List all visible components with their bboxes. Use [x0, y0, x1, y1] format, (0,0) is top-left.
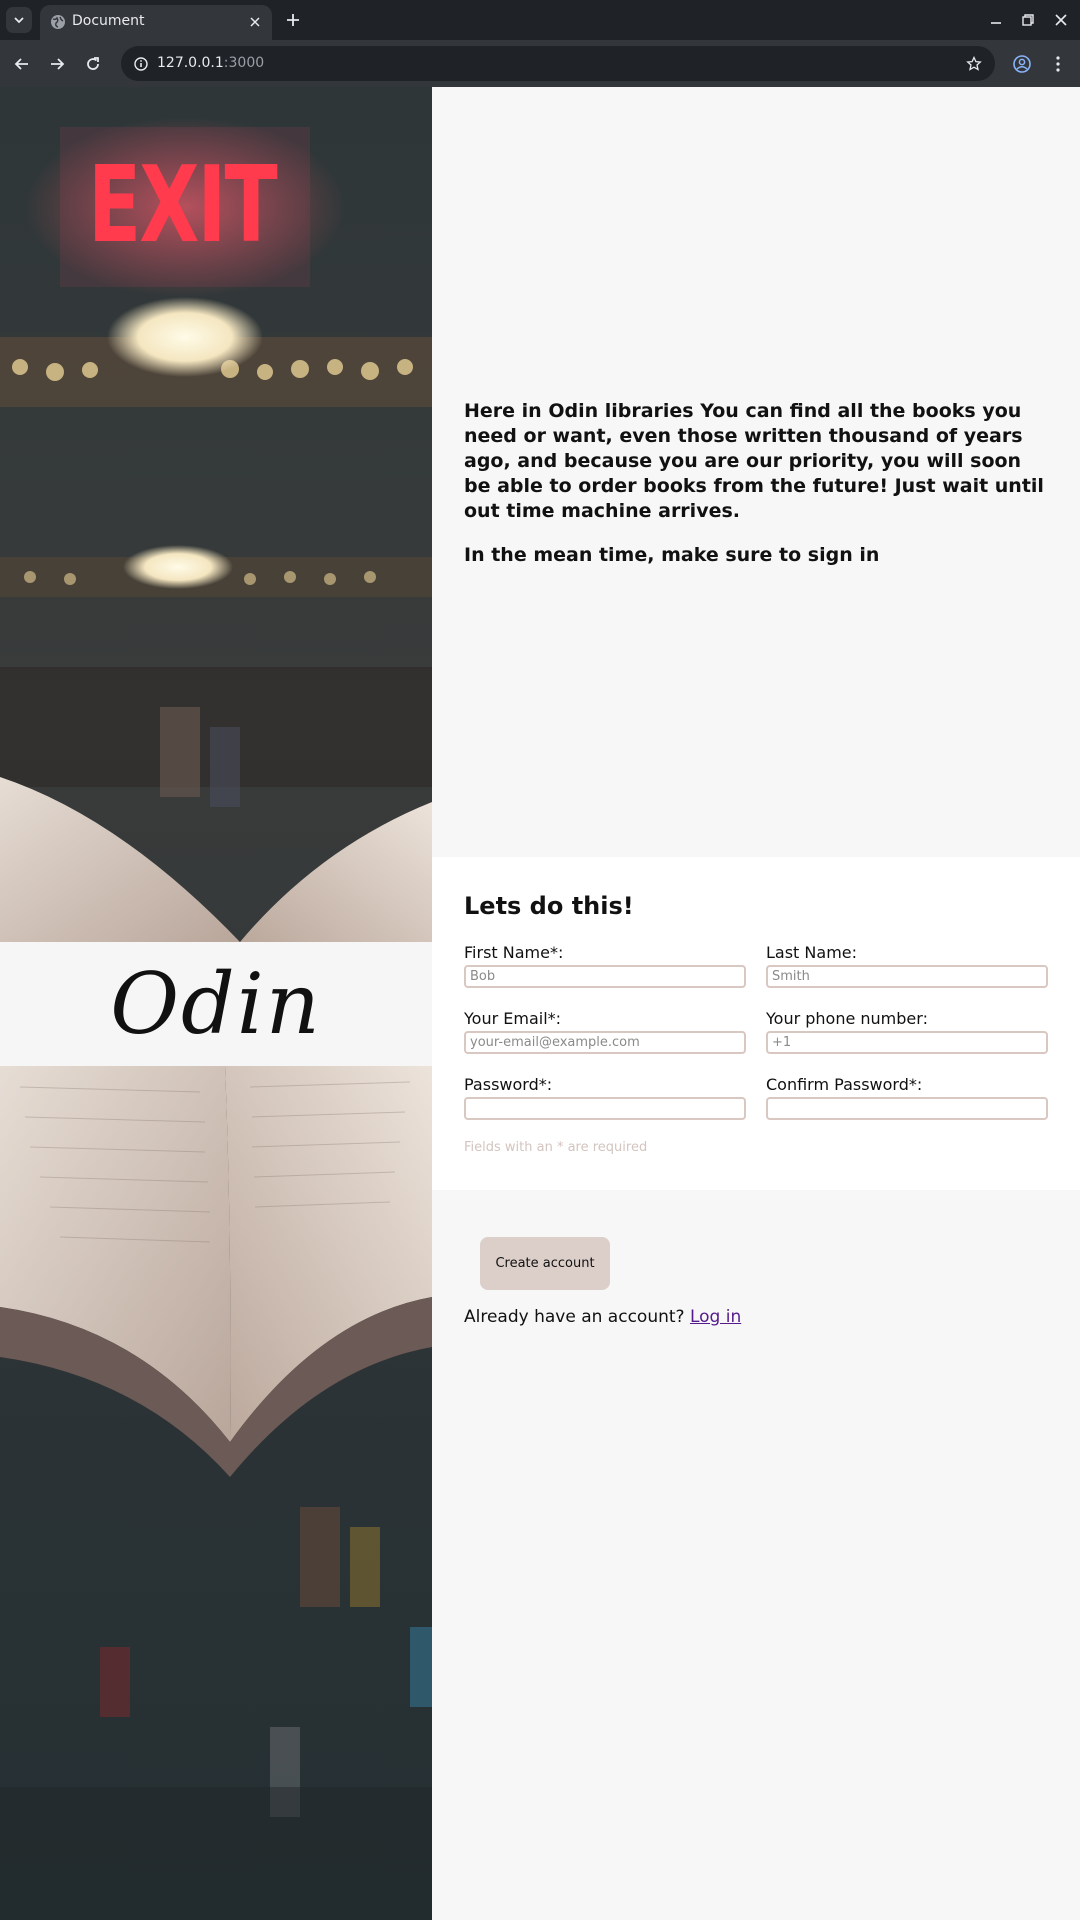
profile-icon	[1013, 55, 1031, 73]
back-button[interactable]	[10, 52, 34, 76]
reload-icon	[87, 57, 99, 70]
required-fields-note: Fields with an * are required	[464, 1140, 648, 1155]
last-name-field-group: Last Name:	[766, 943, 1048, 988]
url-text: 127.0.0.1:3000	[157, 55, 264, 71]
kebab-menu-icon	[1056, 56, 1060, 72]
reload-button[interactable]	[81, 52, 105, 76]
logo-band: Odin	[0, 942, 432, 1066]
url-host: 127.0.0.1	[157, 55, 224, 71]
password-field-group: Password*:	[464, 1075, 746, 1120]
login-link[interactable]: Log in	[690, 1307, 741, 1327]
chevron-down-icon	[14, 17, 24, 24]
first-name-field-group: First Name*:	[464, 943, 746, 988]
hero-library-image: EXIT Odin	[0, 87, 432, 1920]
minimize-icon	[991, 22, 1001, 24]
phone-label: Your phone number:	[766, 1009, 928, 1028]
phone-field-group: Your phone number:	[766, 1009, 1048, 1054]
url-port: :3000	[223, 55, 265, 71]
email-field-group: Your Email*:	[464, 1009, 746, 1054]
odin-logo: Odin	[110, 955, 322, 1053]
arrow-right-icon	[51, 58, 65, 70]
last-name-input[interactable]	[766, 965, 1048, 988]
signup-form: Lets do this! First Name*: Last Name: Yo…	[432, 857, 1080, 1190]
restore-button[interactable]	[1018, 10, 1038, 30]
minimize-button[interactable]	[986, 10, 1006, 30]
globe-icon	[51, 15, 65, 29]
address-bar[interactable]: 127.0.0.1:3000	[121, 46, 995, 81]
page: EXIT Odin Here in Odin libraries You can…	[0, 87, 1080, 1920]
restore-icon	[1022, 14, 1034, 26]
confirm-password-label: Confirm Password*:	[766, 1075, 923, 1094]
first-name-input[interactable]	[464, 965, 746, 988]
close-icon	[1055, 14, 1067, 26]
browser-tabstrip: Document	[0, 0, 1080, 40]
tab-search-button[interactable]	[6, 7, 32, 33]
password-label: Password*:	[464, 1075, 553, 1094]
browser-toolbar: 127.0.0.1:3000	[0, 40, 1080, 87]
last-name-label: Last Name:	[766, 943, 858, 962]
sign-in-prompt: In the mean time, make sure to sign in	[464, 544, 880, 566]
intro-paragraph: Here in Odin libraries You can find all …	[464, 400, 1044, 522]
login-prompt: Already have an account? Log in	[464, 1307, 741, 1327]
form-title: Lets do this!	[464, 892, 634, 920]
new-tab-button[interactable]	[282, 9, 304, 31]
phone-input[interactable]	[766, 1031, 1048, 1054]
arrow-left-icon	[14, 58, 28, 70]
confirm-password-input[interactable]	[766, 1097, 1048, 1120]
tab-title: Document	[72, 13, 145, 29]
profile-button[interactable]	[1010, 52, 1034, 76]
site-info-icon[interactable]	[131, 54, 151, 74]
email-input[interactable]	[464, 1031, 746, 1054]
close-window-button[interactable]	[1051, 10, 1071, 30]
forward-button[interactable]	[45, 52, 69, 76]
email-label: Your Email*:	[464, 1009, 562, 1028]
create-account-button[interactable]: Create account	[480, 1237, 610, 1290]
tab-document[interactable]: Document	[40, 5, 272, 40]
password-input[interactable]	[464, 1097, 746, 1120]
close-tab-icon[interactable]	[246, 13, 264, 31]
intro-text: Here in Odin libraries You can find all …	[464, 399, 1054, 568]
exit-sign: EXIT	[88, 145, 278, 267]
have-account-text: Already have an account?	[464, 1307, 685, 1327]
confirm-password-field-group: Confirm Password*:	[766, 1075, 1048, 1120]
menu-button[interactable]	[1046, 52, 1070, 76]
bookmark-star-icon[interactable]	[963, 53, 985, 75]
plus-icon	[287, 14, 299, 26]
first-name-label: First Name*:	[464, 943, 564, 962]
content-panel: Here in Odin libraries You can find all …	[432, 87, 1080, 1920]
